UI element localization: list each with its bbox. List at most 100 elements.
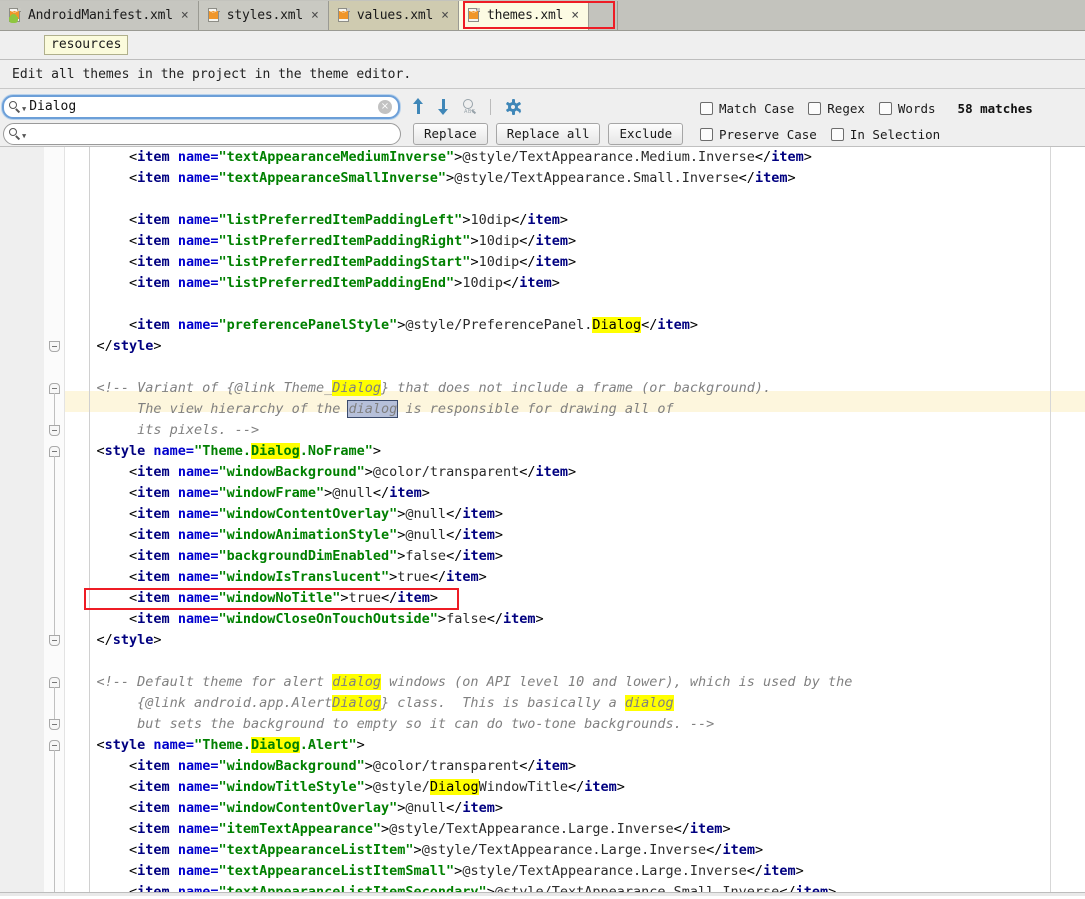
code-token: > — [795, 863, 804, 879]
code-token: "listPreferredItemPaddingRight" — [218, 233, 471, 249]
code-token: item — [137, 149, 170, 165]
tab-close-icon[interactable]: × — [311, 8, 319, 23]
code-token: < — [129, 233, 138, 249]
fold-toggle-icon[interactable] — [49, 425, 60, 436]
xml-file-icon — [207, 8, 221, 23]
code-token: "windowNoTitle" — [218, 590, 341, 606]
code-token: } class. This is basically a — [381, 695, 625, 711]
code-token: </ — [446, 506, 463, 522]
code-token: < — [129, 317, 138, 333]
clear-search-icon[interactable]: × — [378, 99, 392, 114]
code-token: but sets the background to empty so it c… — [96, 716, 715, 732]
find-options: Match Case Regex Words 58 matches Preser… — [700, 95, 1033, 147]
words-checkbox[interactable]: Words — [878, 101, 936, 116]
code-editor[interactable]: <item name="textAppearanceMediumInverse"… — [0, 147, 1085, 896]
checkbox-box[interactable] — [700, 101, 713, 115]
chevron-down-icon[interactable]: ▼ — [22, 105, 26, 113]
fold-toggle-icon[interactable] — [49, 341, 60, 352]
code-token: false — [405, 548, 447, 564]
fold-region-stem — [54, 456, 55, 635]
tab-bar-filler — [618, 1, 1085, 30]
code-token: > — [364, 779, 373, 795]
checkbox-box[interactable] — [830, 127, 844, 141]
tab-androidmanifest-xml[interactable]: AndroidManifest.xml × — [0, 1, 199, 30]
fold-region-stem — [54, 687, 55, 719]
code-token: 10dip — [478, 254, 520, 270]
tab-close-icon[interactable]: × — [441, 8, 449, 23]
exclude-button[interactable]: Exclude — [608, 122, 684, 145]
code-token: < — [129, 212, 138, 228]
code-token: "windowAnimationStyle" — [218, 527, 398, 543]
tab-overflow-area[interactable] — [589, 1, 619, 30]
code-line: <item name="textAppearanceListItem">@sty… — [129, 840, 763, 861]
regex-checkbox[interactable]: Regex — [808, 101, 865, 116]
code-token: < — [129, 842, 138, 858]
tab-themes-xml[interactable]: themes.xml × — [458, 1, 590, 30]
code-token: "textAppearanceMediumInverse" — [218, 149, 455, 165]
code-token: item — [137, 842, 170, 858]
notice-text: Edit all themes in the project in the th… — [12, 66, 412, 82]
checkbox-box[interactable] — [878, 101, 892, 115]
tab-styles-xml[interactable]: styles.xml × — [198, 1, 329, 30]
code-token: > — [568, 758, 577, 774]
code-token: "listPreferredItemPaddingLeft" — [218, 212, 463, 228]
code-token: item — [689, 821, 723, 837]
code-token: name= — [169, 569, 219, 585]
code-token: < — [129, 590, 138, 606]
code-token: "windowIsTranslucent" — [218, 569, 390, 585]
tab-close-icon[interactable]: × — [181, 8, 189, 23]
code-token: item — [137, 611, 170, 627]
code-token: item — [137, 464, 170, 480]
code-line: <item name="listPreferredItemPaddingLeft… — [129, 210, 568, 231]
editor-gutter[interactable] — [0, 147, 45, 896]
code-token: name= — [169, 800, 219, 816]
code-token: name= — [169, 590, 219, 606]
breadcrumb-resources[interactable]: resources — [44, 35, 129, 55]
find-previous-icon[interactable] — [411, 98, 426, 115]
replace-button[interactable]: Replace — [413, 122, 488, 145]
code-token: item — [137, 800, 170, 816]
chevron-down-icon[interactable]: ▼ — [22, 132, 26, 140]
code-token: > — [429, 590, 438, 606]
code-token: > — [568, 233, 577, 249]
checkbox-box[interactable] — [808, 101, 822, 115]
search-input-wrapper[interactable]: ▼ × — [2, 94, 400, 119]
code-token: Dialog — [429, 779, 479, 795]
code-text-area[interactable]: <item name="textAppearanceMediumInverse"… — [64, 147, 1085, 896]
preserve-case-checkbox[interactable]: Preserve Case — [700, 127, 817, 142]
code-token: <!-- Default theme for alert — [96, 674, 333, 690]
find-settings-gear-icon[interactable]: ▾ — [505, 98, 522, 116]
fold-toggle-icon[interactable] — [49, 635, 60, 646]
in-selection-label: In Selection — [849, 126, 941, 142]
code-token: < — [129, 170, 138, 186]
replace-all-button[interactable]: Replace all — [495, 122, 601, 145]
code-token: > — [413, 842, 422, 858]
code-token: </ — [519, 464, 536, 480]
code-token: > — [364, 758, 373, 774]
code-token: @null — [405, 527, 447, 543]
code-token: @style/TextAppearance.Large.Inverse — [421, 842, 707, 858]
replace-input-wrapper[interactable]: ▼ — [3, 122, 401, 145]
code-token: </ — [96, 632, 113, 648]
find-all-icon[interactable]: ABC — [461, 98, 478, 115]
replace-input[interactable] — [29, 124, 394, 143]
in-selection-checkbox[interactable]: In Selection — [830, 126, 941, 142]
find-next-icon[interactable] — [436, 98, 451, 115]
search-input[interactable] — [29, 97, 378, 116]
fold-toggle-icon[interactable] — [49, 719, 60, 730]
code-token: false — [446, 611, 487, 627]
tab-label: styles.xml — [226, 8, 304, 23]
code-token: > — [340, 590, 349, 606]
code-token: > — [356, 737, 365, 753]
match-case-checkbox[interactable]: Match Case — [700, 101, 794, 116]
code-token: Dialog — [332, 695, 381, 711]
code-token: </ — [446, 800, 463, 816]
code-folding-column[interactable] — [44, 147, 65, 896]
checkbox-box[interactable] — [700, 127, 713, 141]
code-token: WindowTitle — [478, 779, 569, 795]
tab-close-icon[interactable]: × — [571, 8, 579, 23]
tab-values-xml[interactable]: values.xml × — [328, 1, 459, 30]
code-token: < — [129, 527, 138, 543]
code-token: > — [494, 548, 503, 564]
code-token: > — [722, 821, 731, 837]
